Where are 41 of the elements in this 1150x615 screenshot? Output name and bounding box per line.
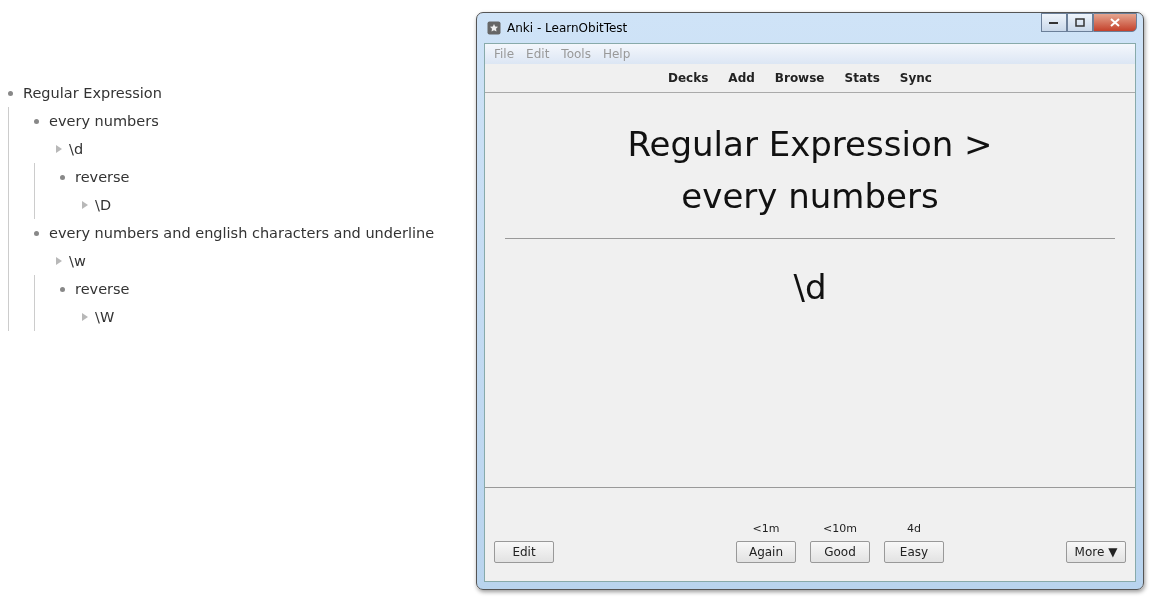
outline-item: reverse [75,169,130,185]
minimize-button[interactable] [1041,13,1067,32]
edit-button[interactable]: Edit [494,541,554,563]
close-icon [1110,18,1120,27]
question-text: every numbers [681,175,939,218]
window-title: Anki - LearnObitTest [507,21,628,35]
interval-label: 4d [907,522,921,535]
more-button[interactable]: More ▼ [1066,541,1126,563]
outline-note: \d [69,141,84,157]
outline-item: every numbers [49,113,159,129]
answer-button[interactable]: Again [736,541,796,563]
maximize-button[interactable] [1067,13,1093,32]
answer-button[interactable]: Good [810,541,870,563]
outline-note: \W [95,309,115,325]
interval-label: <10m [823,522,857,535]
outline-note: \w [69,253,86,269]
expand-arrow-icon[interactable] [56,257,62,265]
toolbar-link[interactable]: Stats [844,71,880,85]
expand-arrow-icon[interactable] [82,201,88,209]
toolbar-link[interactable]: Add [728,71,755,85]
question-text: Regular Expression > [627,123,993,166]
toolbar-link[interactable]: Decks [668,71,709,85]
bullet-icon[interactable] [34,230,39,236]
maximize-icon [1075,18,1085,27]
toolbar-link[interactable]: Browse [774,71,825,85]
outline-item: reverse [75,281,130,297]
expand-arrow-icon[interactable] [82,313,88,321]
outline-note: \D [95,197,112,213]
bullet-icon[interactable] [8,90,13,96]
interval-label: <1m [752,522,780,535]
bullet-icon[interactable] [34,118,39,124]
bullet-icon[interactable] [60,286,65,292]
outline-item: every numbers and english characters and underline [49,225,435,241]
app-icon [487,21,501,35]
expand-arrow-icon[interactable] [56,145,62,153]
outline-item: Regular Expression [23,85,162,101]
toolbar-link[interactable]: Sync [899,71,932,85]
close-button[interactable] [1093,13,1137,32]
answer-text: \d [793,267,827,307]
answer-button[interactable]: Easy [884,541,944,563]
bullet-icon[interactable] [60,174,65,180]
